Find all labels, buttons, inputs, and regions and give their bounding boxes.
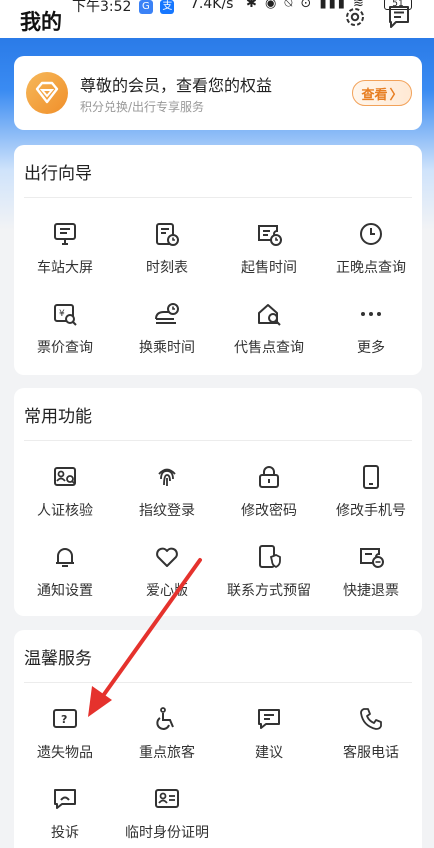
more-icon: [361, 312, 381, 316]
grid-label: 通知设置: [37, 583, 93, 599]
heart-icon: [156, 547, 178, 567]
grid-label: 车站大屏: [37, 260, 93, 276]
divider: [24, 682, 412, 683]
warm-services-grid: ? 遗失物品 重点旅客 建议 客服电话 投诉 临时身份证明: [14, 690, 422, 848]
screen-icon: [54, 223, 76, 245]
ticket-clock-icon: [258, 225, 282, 246]
svg-text:¥: ¥: [59, 309, 65, 319]
grid-item-agency-query[interactable]: 代售点查询: [218, 285, 320, 365]
member-card[interactable]: 尊敬的会员，查看您的权益 积分兑换/出行专享服务 查看 〉: [14, 56, 422, 130]
id-verify-icon: [54, 467, 76, 486]
view-benefits-button[interactable]: 查看 〉: [352, 80, 412, 106]
network-speed: 7.4K/s: [190, 0, 234, 12]
grid-label: 代售点查询: [234, 340, 304, 356]
grid-item-sale-time[interactable]: 起售时间: [218, 205, 320, 285]
clock-icon: [360, 223, 382, 245]
grid-item-temp-id[interactable]: 临时身份证明: [116, 770, 218, 848]
id-card-icon: [155, 789, 179, 808]
grid-label: 修改手机号: [336, 503, 406, 519]
grid-label: 人证核验: [37, 503, 93, 519]
train-clock-icon: [155, 303, 179, 324]
phone-shield-icon: [259, 545, 281, 569]
travel-guide-card: 出行向导 车站大屏 时刻表 起售时间 正晚点查询 ¥ 票价查询 换乘时间 代售点…: [14, 145, 422, 375]
grid-label: 投诉: [51, 825, 79, 841]
grid-item-transfer-time[interactable]: 换乘时间: [116, 285, 218, 365]
member-diamond-icon: [26, 72, 68, 114]
timetable-icon: [156, 223, 179, 246]
grid-item-lost-items[interactable]: ? 遗失物品: [14, 690, 116, 770]
grid-item-delay-query[interactable]: 正晚点查询: [320, 205, 422, 285]
grid-label: 修改密码: [241, 503, 297, 519]
member-title: 尊敬的会员，查看您的权益: [80, 76, 273, 95]
grid-label: 建议: [255, 745, 283, 761]
grid-item-fingerprint-login[interactable]: 指纹登录: [116, 448, 218, 528]
grid-label: 遗失物品: [37, 745, 93, 761]
header-bar: 下午3:52 G 支 7.4K/s ✱ ◉ ⍉ ⊙ ▮▮▮ ≋ 51 我的: [0, 0, 434, 38]
grid-item-suggestion[interactable]: 建议: [218, 690, 320, 770]
grid-item-customer-service-phone[interactable]: 客服电话: [320, 690, 422, 770]
grid-item-complaint[interactable]: 投诉: [14, 770, 116, 848]
page-title: 我的: [20, 10, 62, 34]
bell-icon: [56, 548, 74, 567]
price-search-icon: ¥: [54, 304, 77, 326]
fingerprint-icon: [158, 468, 176, 486]
grid-label: 换乘时间: [139, 340, 195, 356]
grid-item-quick-refund[interactable]: 快捷退票: [320, 528, 422, 608]
settings-icon[interactable]: [342, 4, 368, 30]
grid-label: 快捷退票: [343, 583, 399, 599]
grid-item-timetable[interactable]: 时刻表: [116, 205, 218, 285]
grid-label: 联系方式预留: [227, 583, 311, 599]
lock-icon: [259, 466, 279, 488]
grid-item-change-phone[interactable]: 修改手机号: [320, 448, 422, 528]
grid-item-priority-passenger[interactable]: 重点旅客: [116, 690, 218, 770]
call-icon: [360, 708, 382, 730]
ticket-refund-icon: [360, 548, 384, 568]
grid-item-more[interactable]: 更多: [320, 285, 422, 365]
suggestion-icon: [258, 709, 280, 729]
grid-item-station-screen[interactable]: 车站大屏: [14, 205, 116, 285]
grid-item-price-query[interactable]: ¥ 票价查询: [14, 285, 116, 365]
status-badge-g: G: [138, 0, 153, 14]
house-search-icon: [258, 304, 281, 326]
grid-item-contact-reserve[interactable]: 联系方式预留: [218, 528, 320, 608]
status-time-text: 下午3:52: [72, 0, 132, 15]
common-functions-title: 常用功能: [24, 407, 92, 427]
grid-label: 更多: [357, 340, 385, 356]
travel-guide-grid: 车站大屏 时刻表 起售时间 正晚点查询 ¥ 票价查询 换乘时间 代售点查询 更多: [14, 205, 422, 365]
warm-services-card: 温馨服务 ? 遗失物品 重点旅客 建议 客服电话 投诉 临时身份证明: [14, 630, 422, 848]
divider: [24, 197, 412, 198]
warm-services-title: 温馨服务: [24, 649, 92, 669]
complaint-icon: [54, 789, 76, 809]
grid-label: 票价查询: [37, 340, 93, 356]
common-functions-card: 常用功能 人证核验 指纹登录 修改密码 修改手机号 通知设置 爱心版 联系方式预…: [14, 388, 422, 616]
grid-item-care-mode[interactable]: 爱心版: [116, 528, 218, 608]
wheelchair-icon: [156, 707, 174, 730]
member-subtitle: 积分兑换/出行专享服务: [80, 100, 205, 114]
phone-icon: [363, 465, 379, 489]
view-button-label: 查看: [361, 87, 388, 103]
grid-label: 重点旅客: [139, 745, 195, 761]
grid-label: 指纹登录: [139, 503, 195, 519]
svg-text:?: ?: [61, 713, 67, 726]
lost-item-icon: ?: [53, 709, 77, 728]
grid-label: 时刻表: [146, 260, 188, 276]
status-badge-alipay: 支: [160, 0, 175, 14]
grid-label: 客服电话: [343, 745, 399, 761]
grid-label: 起售时间: [241, 260, 297, 276]
grid-label: 爱心版: [146, 583, 188, 599]
grid-label: 临时身份证明: [125, 825, 209, 841]
chevron-right-icon: 〉: [389, 87, 403, 103]
travel-guide-title: 出行向导: [24, 164, 92, 184]
grid-item-id-verify[interactable]: 人证核验: [14, 448, 116, 528]
common-functions-grid: 人证核验 指纹登录 修改密码 修改手机号 通知设置 爱心版 联系方式预留 快捷退…: [14, 448, 422, 608]
grid-label: 正晚点查询: [336, 260, 406, 276]
status-time: 下午3:52 G 支: [72, 0, 175, 16]
grid-item-notification-settings[interactable]: 通知设置: [14, 528, 116, 608]
grid-item-change-password[interactable]: 修改密码: [218, 448, 320, 528]
divider: [24, 440, 412, 441]
message-icon[interactable]: [386, 4, 412, 30]
